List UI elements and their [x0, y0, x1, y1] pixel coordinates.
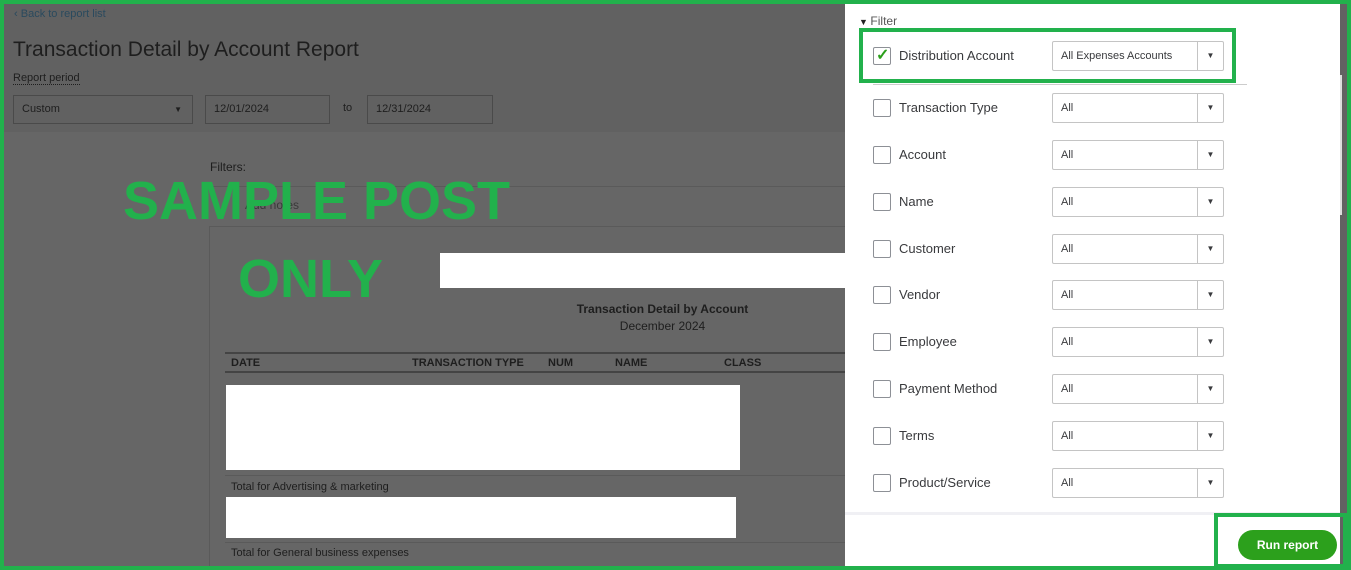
highlight-frame	[0, 0, 1351, 570]
